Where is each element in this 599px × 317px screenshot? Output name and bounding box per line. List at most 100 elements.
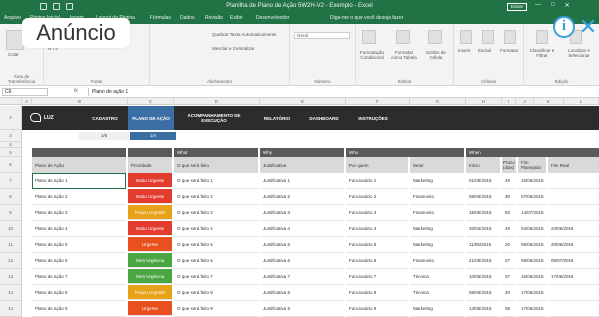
cell-justificativa[interactable]: Justificativa 1 [260,173,344,189]
cell-plano[interactable]: Plano de ação 9 [32,301,126,317]
tab-developer[interactable]: Desenvolvedor [256,15,289,21]
cell-setor[interactable]: Financeiro [410,253,464,269]
cell-prioridade[interactable]: Muito Urgente [128,173,172,188]
cell-plano[interactable]: Plano de ação 4 [32,221,126,237]
cell-prioridade[interactable]: Sem Urgência [128,253,172,268]
cell-fim-planejado[interactable]: 07/06/2016 [518,189,546,205]
cell-fim-real[interactable] [548,173,599,189]
cell-por-quem[interactable]: Funcionário 5 [346,237,408,253]
column-header[interactable]: G [410,98,466,105]
column-header[interactable]: E [260,98,346,105]
cell-setor[interactable]: Marketing [410,221,464,237]
cell-justificativa[interactable]: Justificativa 9 [260,301,344,317]
row-header[interactable]: 6 [0,157,22,173]
cell-o-que[interactable]: O que será feito 3 [174,205,258,221]
sort-filter-icon[interactable] [536,30,548,44]
cell-inicio[interactable]: 13/05/2016 [466,301,500,317]
cell-inicio[interactable]: 10/05/2016 [466,269,500,285]
cell-plano[interactable]: Plano de ação 1 [32,173,126,189]
cell-justificativa[interactable]: Justificativa 8 [260,285,344,301]
insert-cells-icon[interactable] [460,30,472,44]
cell-fim-real[interactable]: 05/07/2016 [548,253,599,269]
cell-setor[interactable]: Técnica [410,285,464,301]
nav-plano-de-acao[interactable]: PLANO DE AÇÃO [128,106,174,130]
cell-plano[interactable]: Plano de ação 5 [32,237,126,253]
tab-formulas[interactable]: Fórmulas [150,15,171,21]
cell-plano[interactable]: Plano de ação 2 [32,189,126,205]
column-header[interactable]: D [174,98,260,105]
row-header[interactable]: 2 [0,106,22,130]
row-header[interactable]: 9 [0,205,22,221]
close-window-button[interactable]: ✕ [565,2,570,9]
cell-prazo[interactable]: 30 [502,189,516,205]
cell-por-quem[interactable]: Funcionário 7 [346,269,408,285]
cell-justificativa[interactable]: Justificativa 5 [260,237,344,253]
cell-por-quem[interactable]: Funcionário 2 [346,189,408,205]
cell-prioridade[interactable]: Muito Urgente [128,221,172,236]
cell-prazo[interactable]: 35 [502,301,516,317]
cell-prazo[interactable]: 20 [502,237,516,253]
tab-view[interactable]: Exibir [230,15,243,21]
cell-prioridade[interactable]: Urgente [128,301,172,316]
column-header[interactable]: H [466,98,502,105]
column-header[interactable]: F [346,98,410,105]
cell-o-que[interactable]: O que será feito 6 [174,253,258,269]
cell-fim-real[interactable]: 20/06/2016 [548,237,599,253]
cell-fim-real[interactable]: 17/06/2016 [548,269,599,285]
row-header[interactable]: 14 [0,301,22,317]
cell-setor[interactable]: Financeiro [410,205,464,221]
cell-setor[interactable]: Marketing [410,237,464,253]
cell-o-que[interactable]: O que será feito 4 [174,221,258,237]
cell-setor[interactable]: Marketing [410,173,464,189]
cell-fim-planejado[interactable]: 16/06/2016 [518,269,546,285]
cell-plano[interactable]: Plano de ação 3 [32,205,126,221]
cell-inicio[interactable]: 08/05/2016 [466,285,500,301]
cell-fim-real[interactable] [548,189,599,205]
close-icon[interactable]: ✕ [578,15,598,39]
cell-prazo[interactable]: 37 [502,269,516,285]
cell-fim-planejado[interactable]: 17/06/2016 [518,285,546,301]
cell-prazo[interactable]: 45 [502,221,516,237]
info-icon[interactable]: i [553,16,575,38]
cell-plano[interactable]: Plano de ação 7 [32,269,126,285]
cell-o-que[interactable]: O que será feito 8 [174,285,258,301]
cell-prioridade[interactable]: Urgente [128,237,172,252]
cell-por-quem[interactable]: Funcionário 9 [346,301,408,317]
column-header[interactable]: A [22,98,32,105]
cell-fim-real[interactable] [548,285,599,301]
row-header[interactable]: 3 [0,130,22,142]
cell-justificativa[interactable]: Justificativa 4 [260,221,344,237]
cell-prazo[interactable]: 27 [502,253,516,269]
cell-inicio[interactable]: 20/04/2016 [466,221,500,237]
cell-fim-real[interactable] [548,205,599,221]
cell-fim-planejado[interactable]: 04/06/2016 [518,221,546,237]
cell-prioridade[interactable]: Muito Urgente [128,189,172,204]
cell-justificativa[interactable]: Justificativa 3 [260,205,344,221]
cell-justificativa[interactable]: Justificativa 7 [260,269,344,285]
merge-center-button[interactable]: Mesclar e Centralizar [212,46,255,51]
nav-instrucoes[interactable]: INSTRUÇÕES [348,106,398,130]
conditional-format-icon[interactable] [362,30,376,44]
cell-setor[interactable]: Técnica [410,269,464,285]
cell-fim-planejado[interactable]: 14/07/2016 [518,205,546,221]
nav-relatorio[interactable]: RELATÓRIO [254,106,300,130]
row-header[interactable]: 10 [0,221,22,237]
cell-por-quem[interactable]: Funcionário 3 [346,205,408,221]
cell-por-quem[interactable]: Funcionário 8 [346,285,408,301]
fx-icon[interactable]: fx [74,88,78,94]
format-cells-icon[interactable] [504,30,516,44]
cell-prazo[interactable]: 40 [502,285,516,301]
cell-fim-planejado[interactable]: 06/06/2016 [518,237,546,253]
tell-me-search[interactable]: Diga-me o que você deseja fazer [330,15,403,21]
cell-fim-planejado[interactable]: 08/06/2016 [518,253,546,269]
select-all-corner[interactable] [0,98,22,105]
format-table-icon[interactable] [396,30,410,44]
cell-o-que[interactable]: O que será feito 1 [174,173,258,189]
nav-cadastro[interactable]: CADASTRO [82,106,128,130]
cell-por-quem[interactable]: Funcionário 1 [346,173,408,189]
cell-por-quem[interactable]: Funcionário 6 [346,253,408,269]
cell-inicio[interactable]: 01/05/2016 [466,173,500,189]
column-header[interactable]: L [564,98,599,105]
cell-fim-real[interactable] [548,301,599,317]
cell-prazo[interactable]: 45 [502,173,516,189]
